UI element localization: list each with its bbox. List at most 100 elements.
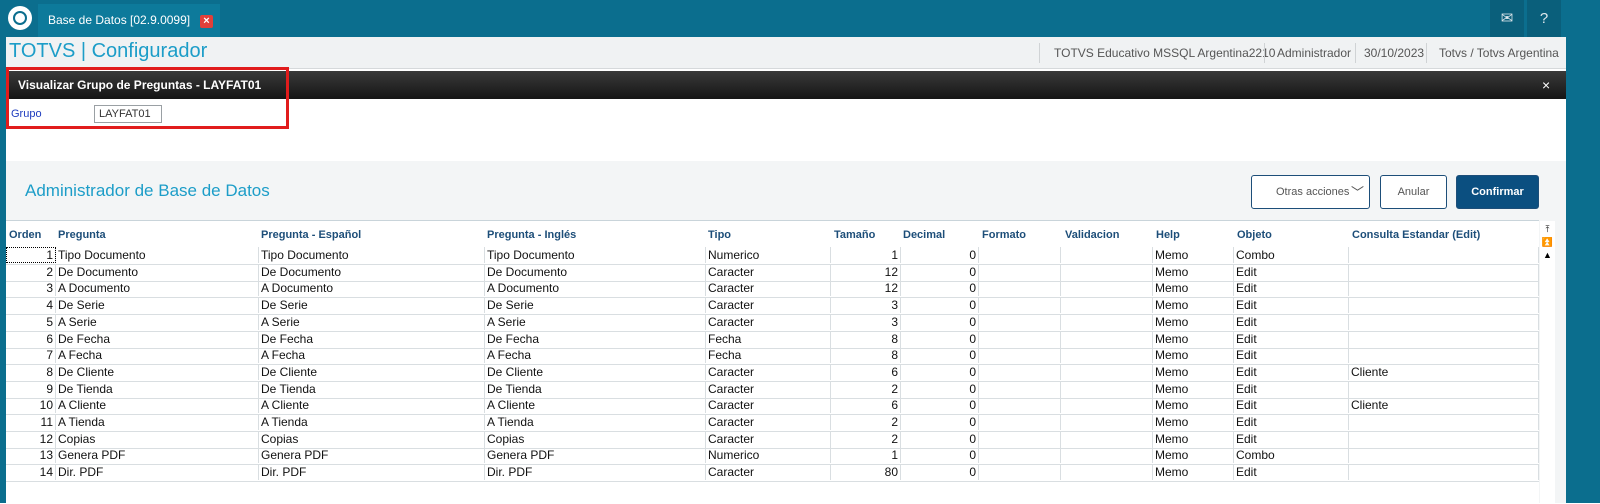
- table-cell[interactable]: De Cliente: [56, 363, 259, 380]
- table-cell[interactable]: 0: [901, 447, 979, 464]
- table-cell[interactable]: 0: [901, 247, 979, 263]
- table-cell[interactable]: [979, 280, 1061, 297]
- table-cell[interactable]: 1: [831, 247, 901, 263]
- table-cell[interactable]: A Serie: [56, 313, 259, 330]
- table-cell[interactable]: Edit: [1234, 313, 1349, 330]
- table-cell[interactable]: Numerico: [706, 247, 831, 263]
- table-cell[interactable]: Edit: [1234, 464, 1349, 481]
- table-cell[interactable]: [1349, 380, 1539, 397]
- table-cell[interactable]: [979, 380, 1061, 397]
- table-cell[interactable]: 12: [831, 263, 901, 280]
- table-cell[interactable]: 2: [831, 414, 901, 430]
- table-cell[interactable]: [1349, 347, 1539, 364]
- table-cell[interactable]: 12: [831, 280, 901, 297]
- table-cell[interactable]: Memo: [1153, 430, 1234, 447]
- table-cell[interactable]: Memo: [1153, 297, 1234, 314]
- table-cell[interactable]: 9: [6, 380, 56, 397]
- table-cell[interactable]: 8: [831, 330, 901, 347]
- table-cell[interactable]: Caracter: [706, 263, 831, 280]
- table-cell[interactable]: Cliente: [1349, 363, 1539, 380]
- table-cell[interactable]: 0: [901, 263, 979, 280]
- table-cell[interactable]: Edit: [1234, 280, 1349, 297]
- table-cell[interactable]: A Serie: [259, 313, 485, 330]
- table-cell[interactable]: [979, 247, 1061, 263]
- table-cell[interactable]: A Tienda: [56, 414, 259, 430]
- table-cell[interactable]: A Cliente: [485, 397, 706, 414]
- column-header[interactable]: Pregunta - Español: [261, 229, 361, 241]
- table-cell[interactable]: [1061, 464, 1153, 481]
- table-cell[interactable]: 6: [831, 397, 901, 414]
- table-cell[interactable]: Edit: [1234, 330, 1349, 347]
- table-cell[interactable]: Memo: [1153, 280, 1234, 297]
- table-cell[interactable]: Copias: [485, 430, 706, 447]
- table-cell[interactable]: De Tienda: [259, 380, 485, 397]
- table-cell[interactable]: A Cliente: [56, 397, 259, 414]
- table-cell[interactable]: De Serie: [56, 297, 259, 314]
- table-cell[interactable]: [1349, 447, 1539, 464]
- table-cell[interactable]: De Documento: [56, 263, 259, 280]
- table-cell[interactable]: De Serie: [485, 297, 706, 314]
- table-cell[interactable]: De Serie: [259, 297, 485, 314]
- table-cell[interactable]: 13: [6, 447, 56, 464]
- table-cell[interactable]: A Tienda: [485, 414, 706, 430]
- vertical-scrollbar[interactable]: ⤒ ⏫ ▲: [1540, 221, 1555, 503]
- table-row[interactable]: 3A Documento A Documento A Documento Caract…: [6, 280, 1539, 299]
- table-cell[interactable]: 3: [6, 280, 56, 297]
- table-cell[interactable]: [1349, 330, 1539, 347]
- table-cell[interactable]: Memo: [1153, 247, 1234, 263]
- table-cell[interactable]: Memo: [1153, 380, 1234, 397]
- table-cell[interactable]: [1061, 363, 1153, 380]
- table-cell[interactable]: Caracter: [706, 414, 831, 430]
- table-cell[interactable]: Tipo Documento: [56, 247, 259, 263]
- table-cell[interactable]: 0: [901, 414, 979, 430]
- table-cell[interactable]: Edit: [1234, 430, 1349, 447]
- table-cell[interactable]: [1349, 263, 1539, 280]
- table-row[interactable]: 12 Copias Copias Copias Caracter 2 0 Memo Edit: [6, 430, 1539, 449]
- table-cell[interactable]: Dir. PDF: [485, 464, 706, 481]
- tab-base-de-datos[interactable]: Base de Datos [02.9.0099] ×: [38, 4, 220, 37]
- table-cell[interactable]: Edit: [1234, 347, 1349, 364]
- table-cell[interactable]: [1061, 347, 1153, 364]
- table-cell[interactable]: Fecha: [706, 330, 831, 347]
- table-cell[interactable]: De Fecha: [259, 330, 485, 347]
- table-cell[interactable]: [979, 464, 1061, 481]
- table-cell[interactable]: Memo: [1153, 447, 1234, 464]
- table-cell[interactable]: Memo: [1153, 397, 1234, 414]
- table-cell[interactable]: 1: [831, 447, 901, 464]
- column-header[interactable]: Pregunta - Inglés: [487, 229, 576, 241]
- table-cell[interactable]: Numerico: [706, 447, 831, 464]
- table-row[interactable]: 8 De Cliente De Cliente De Cliente Caracter 6…: [6, 363, 1539, 382]
- table-cell[interactable]: Caracter: [706, 464, 831, 481]
- table-cell[interactable]: A Documento: [485, 280, 706, 297]
- table-cell[interactable]: [1349, 464, 1539, 481]
- table-cell[interactable]: Edit: [1234, 363, 1349, 380]
- table-cell[interactable]: 2: [831, 430, 901, 447]
- table-cell[interactable]: Genera PDF: [259, 447, 485, 464]
- table-row[interactable]: 13 Genera PDF Genera PDF Genera PDF Numerico…: [6, 447, 1539, 466]
- table-cell[interactable]: A Fecha: [485, 347, 706, 364]
- column-header[interactable]: Validacion: [1065, 229, 1119, 241]
- table-row[interactable]: 14 Dir. PDF Dir. PDF Dir. PDF Caracter 80 0 Mem…: [6, 464, 1539, 483]
- cancel-button[interactable]: Anular: [1380, 175, 1447, 209]
- table-cell[interactable]: 0: [901, 330, 979, 347]
- table-cell[interactable]: Caracter: [706, 313, 831, 330]
- table-cell[interactable]: 0: [901, 280, 979, 297]
- totvs-logo-icon[interactable]: [8, 6, 32, 30]
- column-header[interactable]: Orden: [9, 229, 41, 241]
- table-cell[interactable]: [1061, 414, 1153, 430]
- table-cell[interactable]: 14: [6, 464, 56, 481]
- table-cell[interactable]: 0: [901, 363, 979, 380]
- table-cell[interactable]: 5: [6, 313, 56, 330]
- table-cell[interactable]: [979, 330, 1061, 347]
- table-cell[interactable]: A Serie: [485, 313, 706, 330]
- table-cell[interactable]: 0: [901, 313, 979, 330]
- table-cell[interactable]: De Fecha: [485, 330, 706, 347]
- confirm-button[interactable]: Confirmar: [1456, 175, 1539, 209]
- column-header[interactable]: Objeto: [1237, 229, 1272, 241]
- table-row[interactable]: 10 A Cliente A Cliente A Cliente Caracter 6 0 M…: [6, 397, 1539, 416]
- table-cell[interactable]: 8: [831, 347, 901, 364]
- table-row[interactable]: 4 De Serie De Serie De Serie Caracter 3 0 Memo E…: [6, 297, 1539, 316]
- table-cell[interactable]: Copias: [56, 430, 259, 447]
- table-cell[interactable]: Edit: [1234, 297, 1349, 314]
- table-cell[interactable]: Caracter: [706, 430, 831, 447]
